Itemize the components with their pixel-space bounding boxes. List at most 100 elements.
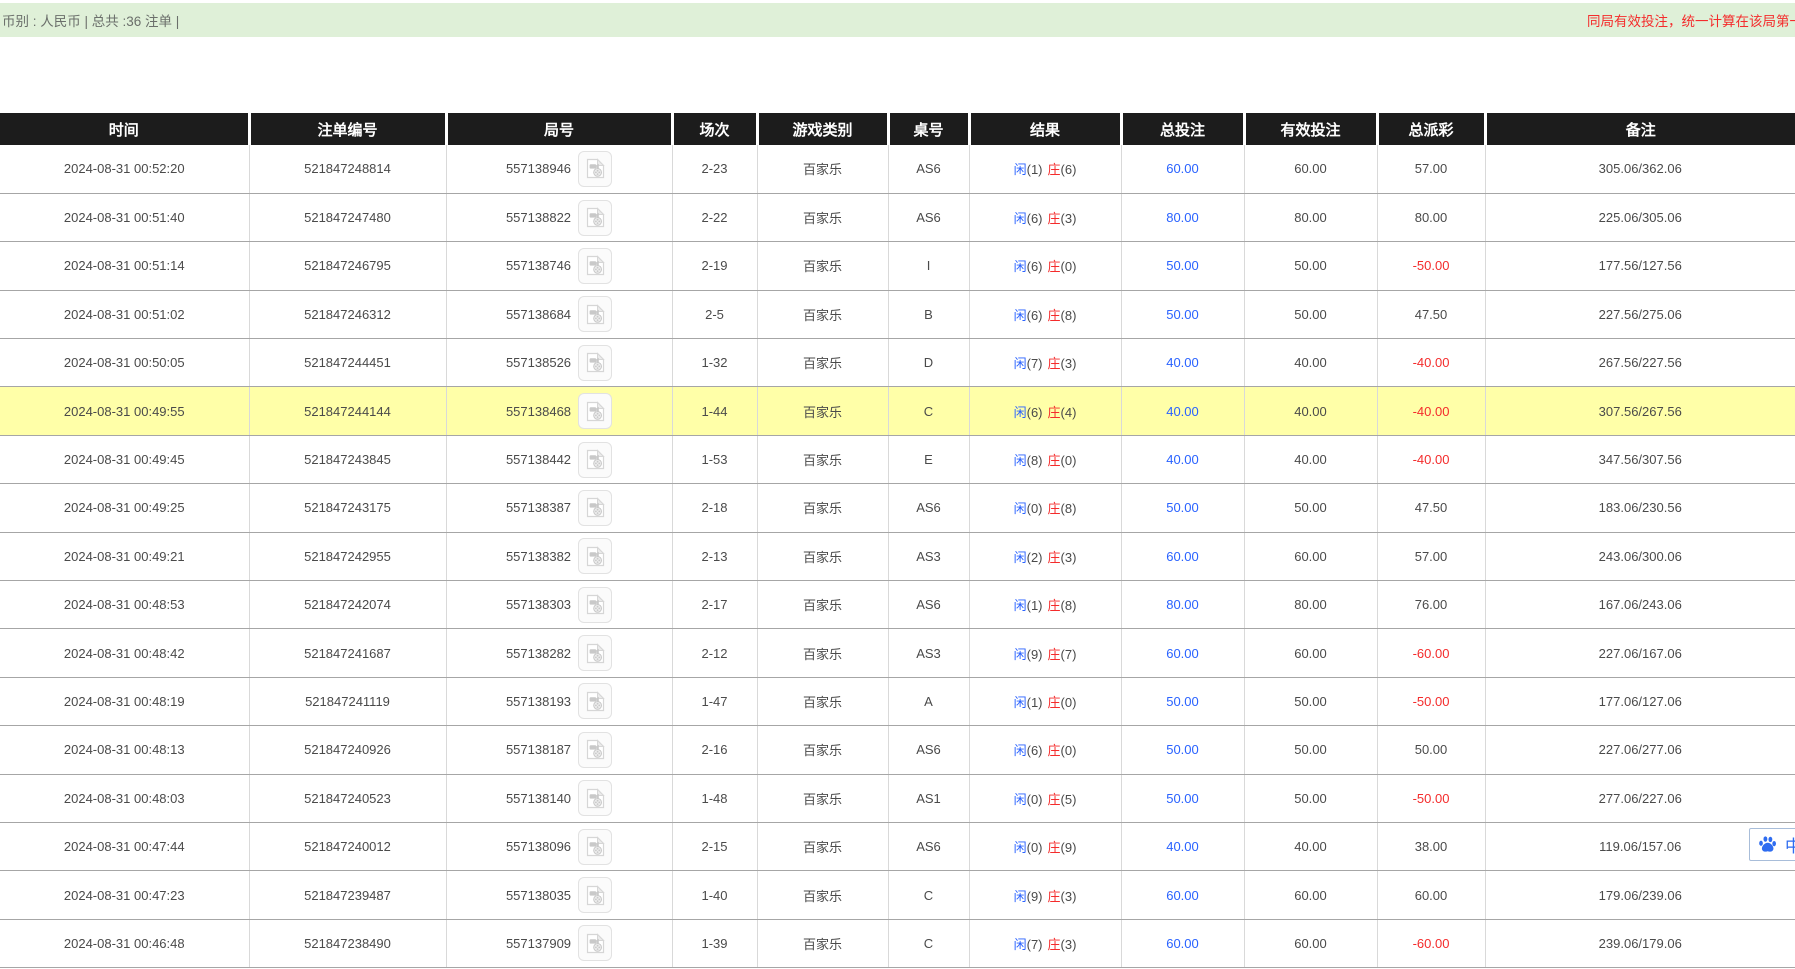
video-replay-button[interactable] — [578, 442, 612, 478]
cell-total-bet[interactable]: 60.00 — [1121, 145, 1244, 193]
cell-time: 2024-08-31 00:48:19 — [0, 677, 249, 725]
banker-result-label: 庄 — [1048, 792, 1061, 807]
cell-remark: 227.06/277.06 — [1485, 726, 1795, 774]
video-replay-button[interactable] — [578, 925, 612, 961]
banker-result-score: (8) — [1061, 501, 1077, 516]
cell-total-bet[interactable]: 80.00 — [1121, 193, 1244, 241]
video-replay-button[interactable] — [578, 635, 612, 671]
player-result-score: (7) — [1027, 937, 1043, 952]
cell-valid-bet: 50.00 — [1244, 677, 1377, 725]
player-result-score: (6) — [1027, 743, 1043, 758]
film-document-icon — [586, 788, 605, 809]
cell-bet-id: 521847248814 — [249, 145, 446, 193]
col-header-time: 时间 — [0, 113, 249, 145]
round-id-value: 557138442 — [506, 452, 571, 467]
cell-time: 2024-08-31 00:46:48 — [0, 919, 249, 967]
col-header-total-bet: 总投注 — [1121, 113, 1244, 145]
cell-session: 2-15 — [672, 822, 757, 870]
cell-total-bet[interactable]: 50.00 — [1121, 726, 1244, 774]
cell-total-bet[interactable]: 50.00 — [1121, 290, 1244, 338]
cell-time: 2024-08-31 00:49:25 — [0, 484, 249, 532]
cell-total-bet[interactable]: 50.00 — [1121, 774, 1244, 822]
cell-round-id: 557138282 — [446, 629, 672, 677]
player-result-score: (1) — [1027, 695, 1043, 710]
cell-table-id: AS6 — [888, 581, 969, 629]
table-body: 2024-08-31 00:52:20 521847248814 5571389… — [0, 145, 1795, 968]
film-document-icon — [586, 497, 605, 518]
player-result-label: 闲 — [1014, 889, 1027, 904]
cell-result: 闲(7)庄(3) — [969, 339, 1121, 387]
video-replay-button[interactable] — [578, 587, 612, 623]
cell-total-bet[interactable]: 60.00 — [1121, 871, 1244, 919]
cell-result: 闲(2)庄(3) — [969, 532, 1121, 580]
col-header-payout: 总派彩 — [1377, 113, 1485, 145]
video-replay-button[interactable] — [578, 200, 612, 236]
video-replay-button[interactable] — [578, 490, 612, 526]
cell-total-bet[interactable]: 50.00 — [1121, 484, 1244, 532]
cell-valid-bet: 50.00 — [1244, 774, 1377, 822]
video-replay-button[interactable] — [578, 732, 612, 768]
cell-round-id: 557137909 — [446, 919, 672, 967]
cell-total-bet[interactable]: 40.00 — [1121, 387, 1244, 435]
cell-session: 2-23 — [672, 145, 757, 193]
cell-round-id: 557138096 — [446, 822, 672, 870]
cell-time: 2024-08-31 00:48:42 — [0, 629, 249, 677]
video-replay-button[interactable] — [578, 248, 612, 284]
cell-time: 2024-08-31 00:49:21 — [0, 532, 249, 580]
player-result-score: (7) — [1027, 356, 1043, 371]
cell-total-bet[interactable]: 40.00 — [1121, 435, 1244, 483]
player-result-score: (6) — [1027, 308, 1043, 323]
cell-total-bet[interactable]: 40.00 — [1121, 339, 1244, 387]
video-replay-button[interactable] — [578, 151, 612, 187]
col-header-bet-id: 注单编号 — [249, 113, 446, 145]
cell-total-bet[interactable]: 60.00 — [1121, 629, 1244, 677]
cell-total-bet[interactable]: 40.00 — [1121, 822, 1244, 870]
player-result-label: 闲 — [1014, 792, 1027, 807]
banker-result-label: 庄 — [1048, 889, 1061, 904]
cell-result: 闲(1)庄(8) — [969, 581, 1121, 629]
cell-payout: -40.00 — [1377, 339, 1485, 387]
cell-round-id: 557138822 — [446, 193, 672, 241]
banker-result-label: 庄 — [1048, 598, 1061, 613]
cell-total-bet[interactable]: 80.00 — [1121, 581, 1244, 629]
banker-result-score: (0) — [1061, 695, 1077, 710]
video-replay-button[interactable] — [578, 393, 612, 429]
cell-bet-id: 521847239487 — [249, 871, 446, 919]
cell-table-id: AS6 — [888, 726, 969, 774]
cell-bet-id: 521847247480 — [249, 193, 446, 241]
cell-session: 2-13 — [672, 532, 757, 580]
video-replay-button[interactable] — [578, 877, 612, 913]
cell-total-bet[interactable]: 60.00 — [1121, 919, 1244, 967]
video-replay-button[interactable] — [578, 345, 612, 381]
translate-widget[interactable]: 中 — [1749, 828, 1795, 861]
cell-time: 2024-08-31 00:51:40 — [0, 193, 249, 241]
cell-remark: 239.06/179.06 — [1485, 919, 1795, 967]
video-replay-button[interactable] — [578, 683, 612, 719]
video-replay-button[interactable] — [578, 538, 612, 574]
cell-total-bet[interactable]: 50.00 — [1121, 677, 1244, 725]
player-result-score: (0) — [1027, 840, 1043, 855]
film-document-icon — [586, 158, 605, 179]
banker-result-label: 庄 — [1048, 308, 1061, 323]
banker-result-score: (3) — [1061, 937, 1077, 952]
video-replay-button[interactable] — [578, 296, 612, 332]
cell-round-id: 557138946 — [446, 145, 672, 193]
cell-round-id: 557138035 — [446, 871, 672, 919]
cell-round-id: 557138303 — [446, 581, 672, 629]
cell-table-id: C — [888, 919, 969, 967]
cell-result: 闲(9)庄(7) — [969, 629, 1121, 677]
cell-bet-id: 521847238490 — [249, 919, 446, 967]
cell-payout: 80.00 — [1377, 193, 1485, 241]
video-replay-button[interactable] — [578, 829, 612, 865]
cell-game-type: 百家乐 — [757, 871, 888, 919]
cell-game-type: 百家乐 — [757, 629, 888, 677]
video-replay-button[interactable] — [578, 780, 612, 816]
cell-round-id: 557138746 — [446, 242, 672, 290]
cell-total-bet[interactable]: 60.00 — [1121, 532, 1244, 580]
banker-result-label: 庄 — [1048, 356, 1061, 371]
cell-round-id: 557138526 — [446, 339, 672, 387]
cell-total-bet[interactable]: 50.00 — [1121, 242, 1244, 290]
table-row: 2024-08-31 00:46:48 521847238490 5571379… — [0, 919, 1795, 967]
cell-remark: 243.06/300.06 — [1485, 532, 1795, 580]
banker-result-label: 庄 — [1048, 743, 1061, 758]
